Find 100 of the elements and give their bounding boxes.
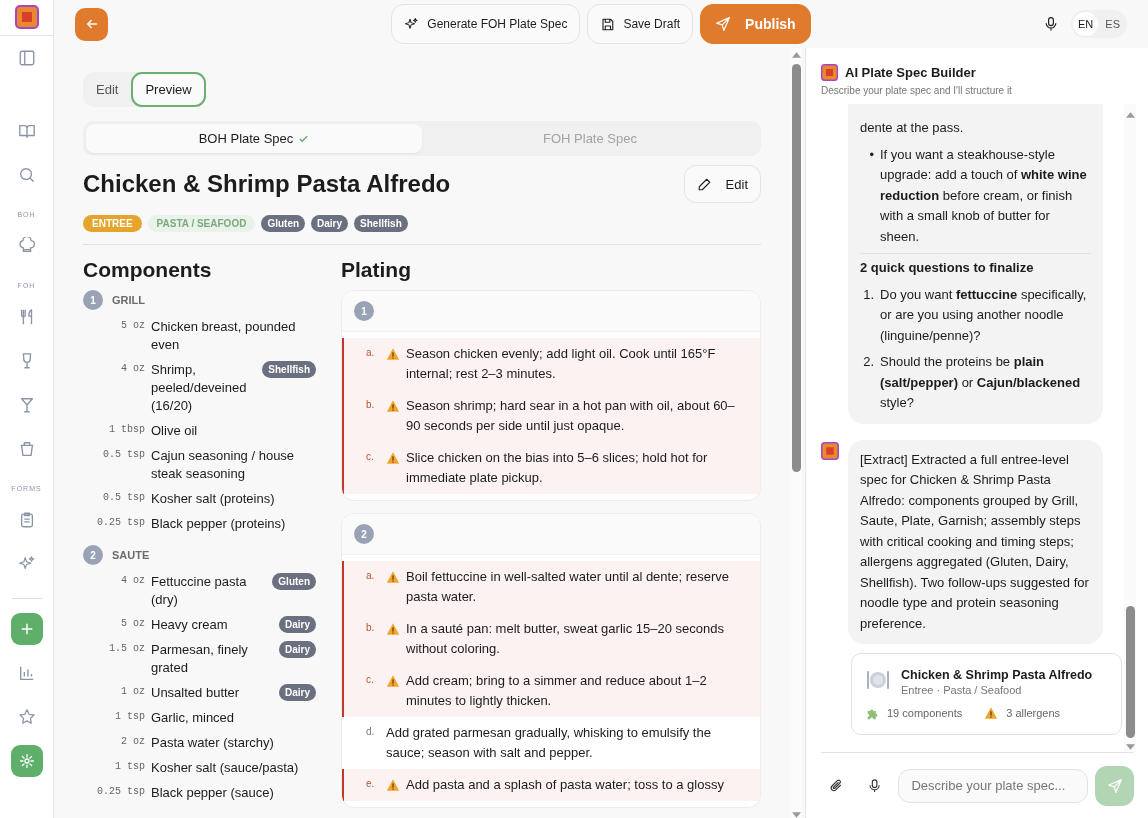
step-text: Boil fettuccine in well-salted water until al dente; reserve pasta water. bbox=[406, 568, 730, 606]
logo-icon bbox=[821, 64, 838, 81]
quantity: 5 oz bbox=[120, 319, 145, 331]
step-letter: b. bbox=[366, 398, 376, 412]
step-text: Add pasta and a splash of pasta water; toss to a glossy bbox=[406, 776, 725, 794]
scrollbar-thumb[interactable] bbox=[791, 64, 801, 472]
bullet-marker: • bbox=[868, 145, 874, 164]
search-icon[interactable] bbox=[17, 166, 36, 184]
message-heading: 2 quick questions to finalize bbox=[860, 259, 1035, 277]
step-letter: e. bbox=[366, 777, 376, 791]
group-name: SAUTE bbox=[112, 549, 150, 561]
allergen-badge: Gluten bbox=[261, 215, 306, 232]
warning-icon bbox=[386, 399, 400, 413]
ingredient-name: Unsalted butter bbox=[151, 684, 241, 702]
language-option[interactable]: EN bbox=[1073, 12, 1099, 36]
chat-title: AI Plate Spec Builder bbox=[845, 65, 976, 80]
sidebar-toggle-icon[interactable] bbox=[17, 49, 36, 67]
view-tab[interactable]: Preview bbox=[131, 72, 206, 107]
book-icon[interactable] bbox=[17, 122, 36, 140]
list-number: 2. bbox=[862, 353, 874, 371]
allergen-badge: Dairy bbox=[311, 215, 349, 232]
bar-chart-icon[interactable] bbox=[17, 664, 36, 682]
warning-icon bbox=[984, 706, 999, 720]
stat-label: 3 allergens bbox=[1006, 707, 1061, 719]
step-text: Season shrimp; hard sear in a hot pan with oil, about 60–90 seconds per side until just opaque. bbox=[406, 397, 736, 435]
allergen-badge: Dairy bbox=[279, 616, 316, 633]
group-number: 2 bbox=[83, 545, 103, 565]
section-heading: Plating bbox=[341, 258, 412, 282]
allergen-badge: Shellfish bbox=[354, 215, 408, 232]
ingredient-name: Pasta water (starchy) bbox=[151, 734, 275, 752]
message-text: Should the proteins be plain (salt/pepper) or Cajun/blackened style? bbox=[880, 353, 1082, 412]
scroll-down-icon[interactable] bbox=[791, 812, 801, 818]
back-arrow-icon bbox=[84, 17, 99, 31]
plate-icon bbox=[866, 668, 890, 692]
step-letter: b. bbox=[366, 621, 376, 635]
step-letter: c. bbox=[366, 673, 375, 687]
ingredient-name: Parmesan, finely grated bbox=[151, 641, 249, 677]
language-option[interactable]: ES bbox=[1100, 12, 1125, 36]
ingredient-name: Heavy cream bbox=[151, 616, 229, 634]
quantity: 0.25 tsp bbox=[96, 516, 145, 528]
add-button[interactable] bbox=[10, 613, 43, 645]
back-button[interactable] bbox=[75, 7, 108, 41]
scroll-up-icon[interactable] bbox=[1125, 112, 1135, 118]
warning-icon bbox=[386, 347, 400, 361]
step-letter: c. bbox=[366, 450, 375, 464]
ingredient-name: Shrimp, peeled/deveined (16/20) bbox=[151, 361, 248, 415]
assistant-avatar-icon bbox=[821, 441, 839, 460]
quantity: 1 tbsp bbox=[108, 423, 145, 435]
card-subtitle: Entree · Pasta / Seafood bbox=[901, 684, 1023, 696]
spec-summary-card[interactable]: Chicken & Shrimp Pasta Alfredo Entree · Pasta / Seafood 19 components 3 allergens bbox=[851, 653, 1122, 735]
quantity: 0.5 tsp bbox=[102, 448, 145, 460]
send-icon bbox=[715, 16, 732, 32]
quantity: 4 oz bbox=[120, 362, 145, 374]
step-text: In a sauté pan: melt butter, sweat garlic 15–20 seconds without coloring. bbox=[406, 620, 725, 658]
list-number: 1. bbox=[862, 285, 874, 304]
warning-icon bbox=[386, 451, 400, 465]
ingredient-name: Kosher salt (proteins) bbox=[151, 490, 276, 508]
edit-button[interactable]: Edit bbox=[683, 165, 761, 203]
logo-icon[interactable] bbox=[14, 4, 39, 29]
scrollbar-thumb[interactable] bbox=[1125, 606, 1135, 738]
category-badge: PASTA / SEAFOOD bbox=[147, 215, 256, 232]
message-input[interactable]: Describe your plate spec... bbox=[898, 768, 1089, 803]
quantity: 5 oz bbox=[120, 617, 145, 629]
warning-icon bbox=[386, 674, 400, 688]
warning-icon bbox=[386, 570, 400, 584]
stat-label: 19 components bbox=[887, 707, 963, 719]
step-text: Season chicken evenly; add light oil. Cook until 165°F internal; rest 2–3 minutes. bbox=[406, 345, 717, 383]
spec-tab[interactable]: BOH Plate Spec bbox=[86, 124, 422, 153]
recipe-title: Chicken & Shrimp Pasta Alfredo bbox=[83, 170, 451, 198]
quantity: 2 oz bbox=[120, 735, 145, 747]
group-name: GRILL bbox=[112, 294, 145, 306]
view-tab[interactable]: Edit bbox=[83, 72, 132, 107]
step-text: Add grated parmesan gradually, whisking to emulsify the sauce; season with salt and pepper. bbox=[386, 724, 712, 762]
chef-hat-icon[interactable] bbox=[17, 237, 36, 255]
save-icon bbox=[600, 16, 616, 32]
save-draft-button[interactable]: Save Draft bbox=[587, 4, 694, 44]
section-heading: Components bbox=[83, 258, 213, 282]
category-badge: ENTREE bbox=[83, 215, 142, 232]
allergen-badge: Dairy bbox=[279, 684, 316, 701]
scroll-up-icon[interactable] bbox=[791, 52, 801, 58]
step-letter: d. bbox=[366, 725, 376, 739]
ingredient-name: Fettuccine pasta (dry) bbox=[151, 573, 248, 609]
allergen-badge: Gluten bbox=[272, 573, 316, 590]
step-letter: a. bbox=[366, 569, 376, 583]
send-button[interactable] bbox=[1095, 765, 1134, 806]
message-text: [Extract] Extracted a full entree-level spec for Chicken & Shrimp Pasta Alfredo: components grouped by Grill, Saute, Plate, Garnish; assembly steps with critical cooking and timing steps; allergens aggregated (Gluten, Dairy, Shellfish). Two follow-ups suggested for noodle type and protein seasoning preference. bbox=[860, 451, 1089, 631]
scroll-down-icon[interactable] bbox=[1125, 744, 1135, 750]
step-text: Add cream; bring to a simmer and reduce about 1–2 minutes to lightly thicken. bbox=[406, 672, 708, 710]
generate-button[interactable]: Generate FOH Plate Spec bbox=[391, 4, 581, 44]
group-number: 1 bbox=[83, 290, 103, 310]
star-icon[interactable] bbox=[17, 708, 36, 726]
warning-icon bbox=[386, 778, 400, 792]
quantity: 0.25 tsp bbox=[96, 785, 145, 797]
warning-icon bbox=[386, 622, 400, 636]
microphone-icon[interactable] bbox=[867, 777, 883, 794]
settings-button[interactable] bbox=[10, 745, 43, 777]
card-title: Chicken & Shrimp Pasta Alfredo bbox=[901, 668, 1093, 682]
ingredient-name: Cajun seasoning / house steak seasoning bbox=[151, 447, 296, 483]
message-text: Do you want fettuccine specifically, or are you using another noodle (linguine/penne)? bbox=[880, 285, 1088, 345]
ingredient-name: Black pepper (proteins) bbox=[151, 515, 287, 533]
